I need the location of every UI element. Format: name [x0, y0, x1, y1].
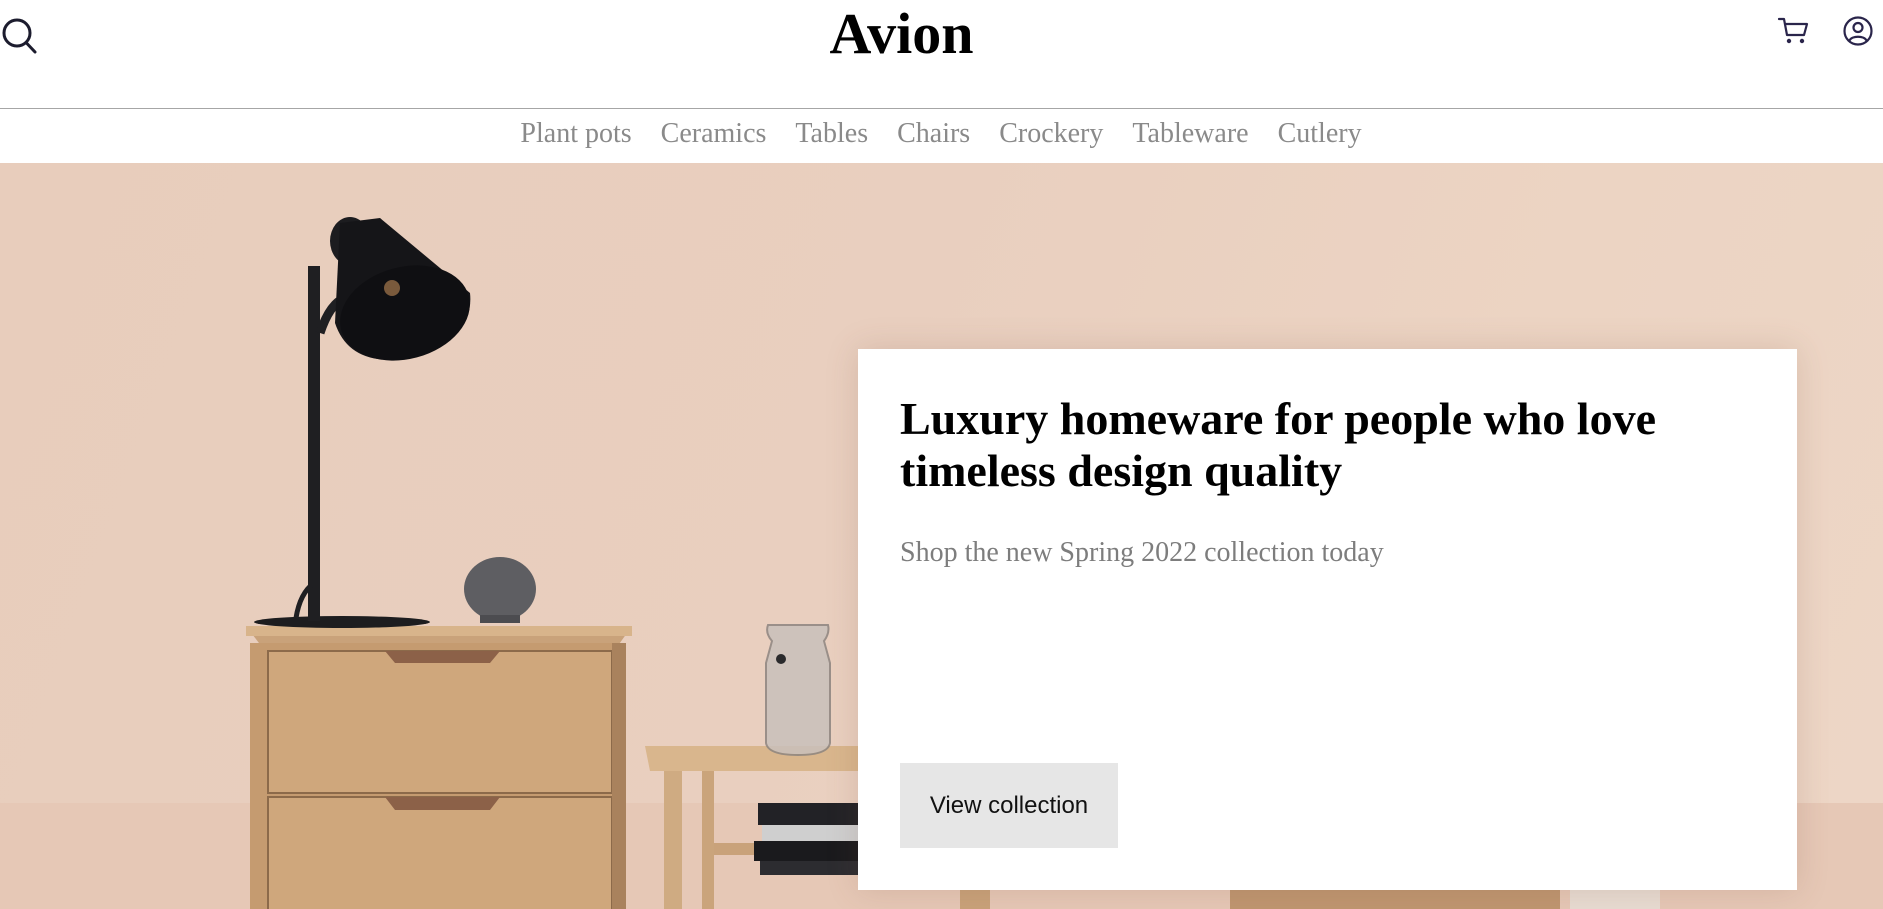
- account-icon: [1843, 16, 1873, 46]
- hero-subtitle: Shop the new Spring 2022 collection toda…: [900, 537, 1384, 568]
- desk-lamp-illustration: [254, 217, 471, 628]
- hero-card: Luxury homeware for people who love time…: [858, 349, 1797, 890]
- view-collection-button[interactable]: View collection: [900, 763, 1118, 848]
- nav-item-chairs[interactable]: Chairs: [897, 114, 970, 154]
- category-nav: Plant pots Ceramics Tables Chairs Crocke…: [0, 110, 1883, 163]
- nav-item-ceramics[interactable]: Ceramics: [661, 114, 767, 154]
- nav-item-crockery[interactable]: Crockery: [999, 114, 1103, 154]
- account-button[interactable]: [1842, 15, 1874, 47]
- cart-icon: [1777, 17, 1809, 44]
- hero-title: Luxury homeware for people who love time…: [900, 393, 1656, 496]
- brand-logo[interactable]: Avion: [0, 0, 1803, 67]
- cart-button[interactable]: [1777, 15, 1811, 47]
- category-list: Plant pots Ceramics Tables Chairs Crocke…: [520, 114, 1361, 154]
- hero-banner: Luxury homeware for people who love time…: [0, 163, 1883, 909]
- nav-item-tables[interactable]: Tables: [795, 114, 868, 154]
- nav-item-plant-pots[interactable]: Plant pots: [520, 114, 631, 154]
- nav-item-cutlery[interactable]: Cutlery: [1278, 114, 1362, 154]
- dresser-illustration: [246, 626, 632, 909]
- nav-item-tableware[interactable]: Tableware: [1132, 114, 1248, 154]
- site-header: Avion: [0, 0, 1883, 109]
